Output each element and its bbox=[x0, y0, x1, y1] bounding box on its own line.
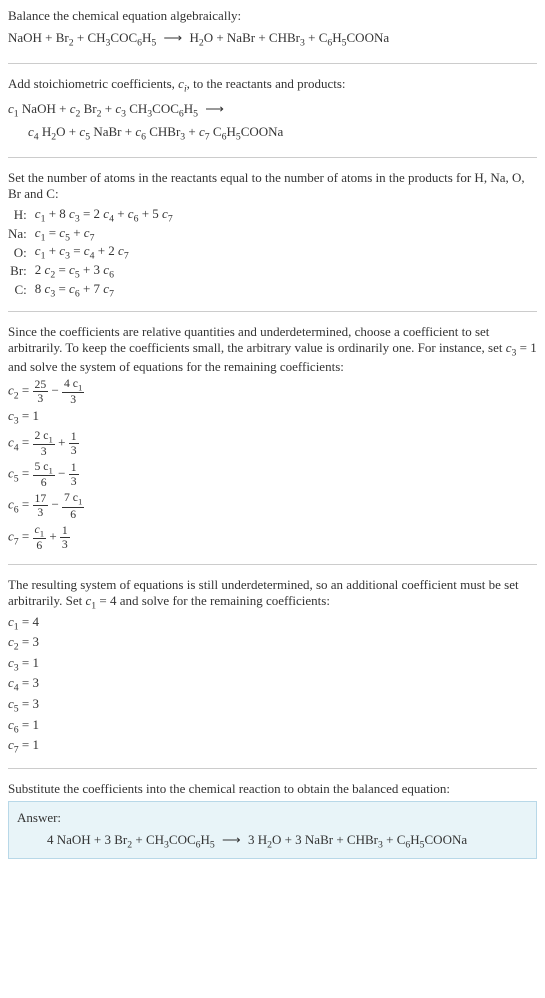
stoich-title: Add stoichiometric coefficients, ci, to … bbox=[8, 76, 537, 95]
atom-row-c: C: 8 c3 = c6 + 7 c7 bbox=[8, 281, 173, 300]
atom-row-h: H: c1 + 8 c3 = 2 c4 + c6 + 5 c7 bbox=[8, 206, 173, 225]
intro-equation: NaOH + Br2 + CH3COC6H5 ⟶ H2O + NaBr + CH… bbox=[8, 28, 537, 51]
resulting-section: The resulting system of equations is sti… bbox=[8, 577, 537, 756]
result-c6: c6 = 1 bbox=[8, 717, 537, 736]
intro-title: Balance the chemical equation algebraica… bbox=[8, 8, 537, 24]
resulting-text: The resulting system of equations is sti… bbox=[8, 577, 537, 612]
coef-c5: c5 = 5 c16 − 13 bbox=[8, 460, 537, 489]
arrow-icon: ⟶ bbox=[201, 99, 228, 120]
substitute-text: Substitute the coefficients into the che… bbox=[8, 781, 537, 797]
result-c2: c2 = 3 bbox=[8, 634, 537, 653]
divider bbox=[8, 311, 537, 312]
coef-c4: c4 = 2 c13 + 13 bbox=[8, 429, 537, 458]
result-c7: c7 = 1 bbox=[8, 737, 537, 756]
result-c4: c4 = 3 bbox=[8, 675, 537, 694]
divider bbox=[8, 768, 537, 769]
stoich-equation: c1 NaOH + c2 Br2 + c3 CH3COC6H5 ⟶ c4 H2O… bbox=[8, 99, 537, 145]
atom-row-o: O: c1 + c3 = c4 + 2 c7 bbox=[8, 243, 173, 262]
arrow-icon: ⟶ bbox=[160, 28, 187, 49]
arrow-icon: ⟶ bbox=[218, 832, 245, 848]
atom-row-na: Na: c1 = c5 + c7 bbox=[8, 225, 173, 244]
coef-c7: c7 = c16 + 13 bbox=[8, 523, 537, 552]
coef-c6: c6 = 173 − 7 c16 bbox=[8, 491, 537, 520]
divider bbox=[8, 564, 537, 565]
underdetermined-section: Since the coefficients are relative quan… bbox=[8, 324, 537, 552]
coef-c3: c3 = 1 bbox=[8, 408, 537, 427]
atoms-title: Set the number of atoms in the reactants… bbox=[8, 170, 537, 202]
underdetermined-text: Since the coefficients are relative quan… bbox=[8, 324, 537, 375]
coef-c2: c2 = 253 − 4 c13 bbox=[8, 377, 537, 406]
result-c3: c3 = 1 bbox=[8, 655, 537, 674]
answer-box: Answer: 4 NaOH + 3 Br2 + CH3COC6H5 ⟶ 3 H… bbox=[8, 801, 537, 860]
divider bbox=[8, 63, 537, 64]
atom-row-br: Br: 2 c2 = c5 + 3 c6 bbox=[8, 262, 173, 281]
divider bbox=[8, 157, 537, 158]
stoich-section: Add stoichiometric coefficients, ci, to … bbox=[8, 76, 537, 145]
answer-equation: 4 NaOH + 3 Br2 + CH3COC6H5 ⟶ 3 H2O + 3 N… bbox=[17, 832, 528, 851]
result-c1: c1 = 4 bbox=[8, 614, 537, 633]
intro-section: Balance the chemical equation algebraica… bbox=[8, 8, 537, 51]
atoms-table: H: c1 + 8 c3 = 2 c4 + c6 + 5 c7 Na: c1 =… bbox=[8, 206, 173, 299]
answer-label: Answer: bbox=[17, 810, 528, 826]
atoms-section: Set the number of atoms in the reactants… bbox=[8, 170, 537, 299]
result-c5: c5 = 3 bbox=[8, 696, 537, 715]
substitute-section: Substitute the coefficients into the che… bbox=[8, 781, 537, 860]
